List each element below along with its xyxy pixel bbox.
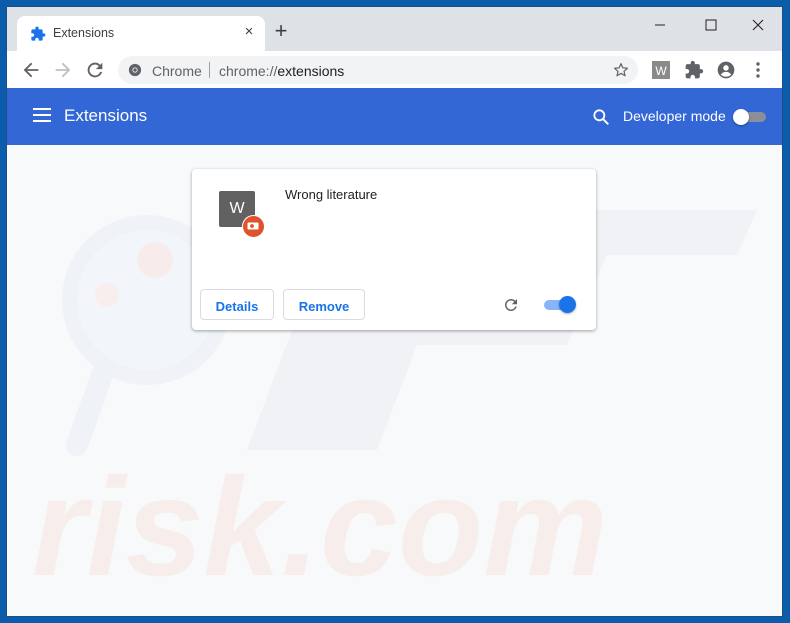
puzzle-icon (31, 26, 46, 41)
url-host: extensions (277, 63, 345, 79)
developer-mode-label: Developer mode (623, 108, 726, 124)
hamburger-menu-icon[interactable] (33, 108, 51, 122)
account-circle-icon[interactable] (716, 60, 736, 80)
tab-title: Extensions (53, 26, 115, 40)
maximize-icon[interactable] (696, 15, 726, 35)
kebab-menu-icon[interactable] (748, 60, 768, 80)
watermark-risk-text: risk.com (32, 448, 608, 605)
extensions-header: Extensions Developer mode (7, 88, 782, 145)
w-extension-icon[interactable]: W (651, 60, 671, 80)
details-button[interactable]: Details (200, 289, 274, 320)
w-extension-label: W (655, 64, 667, 78)
extensions-puzzle-icon[interactable] (684, 60, 704, 80)
url-text: chrome://extensions (219, 63, 344, 79)
omnibox-separator (209, 62, 210, 78)
forward-icon[interactable] (52, 59, 74, 81)
policy-badge-icon (242, 215, 265, 238)
site-chip: Chrome (152, 63, 202, 79)
close-window-icon[interactable] (743, 15, 773, 35)
url-scheme: chrome:// (219, 63, 278, 79)
new-tab-button[interactable]: + (271, 20, 291, 42)
page-title: Extensions (64, 106, 148, 125)
address-bar[interactable]: Chrome chrome://extensions (118, 56, 638, 84)
tab-strip: Extensions × + (7, 7, 782, 51)
star-icon[interactable] (612, 61, 630, 79)
reload-extension-icon[interactable] (502, 296, 520, 314)
extension-enable-toggle[interactable] (544, 296, 578, 314)
close-tab-icon[interactable]: × (241, 24, 257, 40)
developer-mode-toggle[interactable] (733, 109, 767, 125)
extension-name: Wrong literature (285, 187, 378, 202)
minimize-icon[interactable] (645, 15, 675, 35)
extension-card: W Wrong literature Details Remove (192, 169, 596, 330)
browser-toolbar: Chrome chrome://extensions W (7, 51, 782, 88)
browser-window: Extensions × + Chrome chrome://extension… (7, 7, 782, 616)
extension-toggle-knob (559, 296, 576, 313)
chrome-logo-icon (128, 63, 142, 77)
tab-extensions[interactable]: Extensions × (17, 16, 265, 51)
remove-button[interactable]: Remove (283, 289, 365, 320)
reload-icon[interactable] (84, 59, 106, 81)
back-icon[interactable] (20, 59, 42, 81)
search-icon[interactable] (591, 107, 611, 127)
developer-mode-knob (733, 109, 749, 125)
